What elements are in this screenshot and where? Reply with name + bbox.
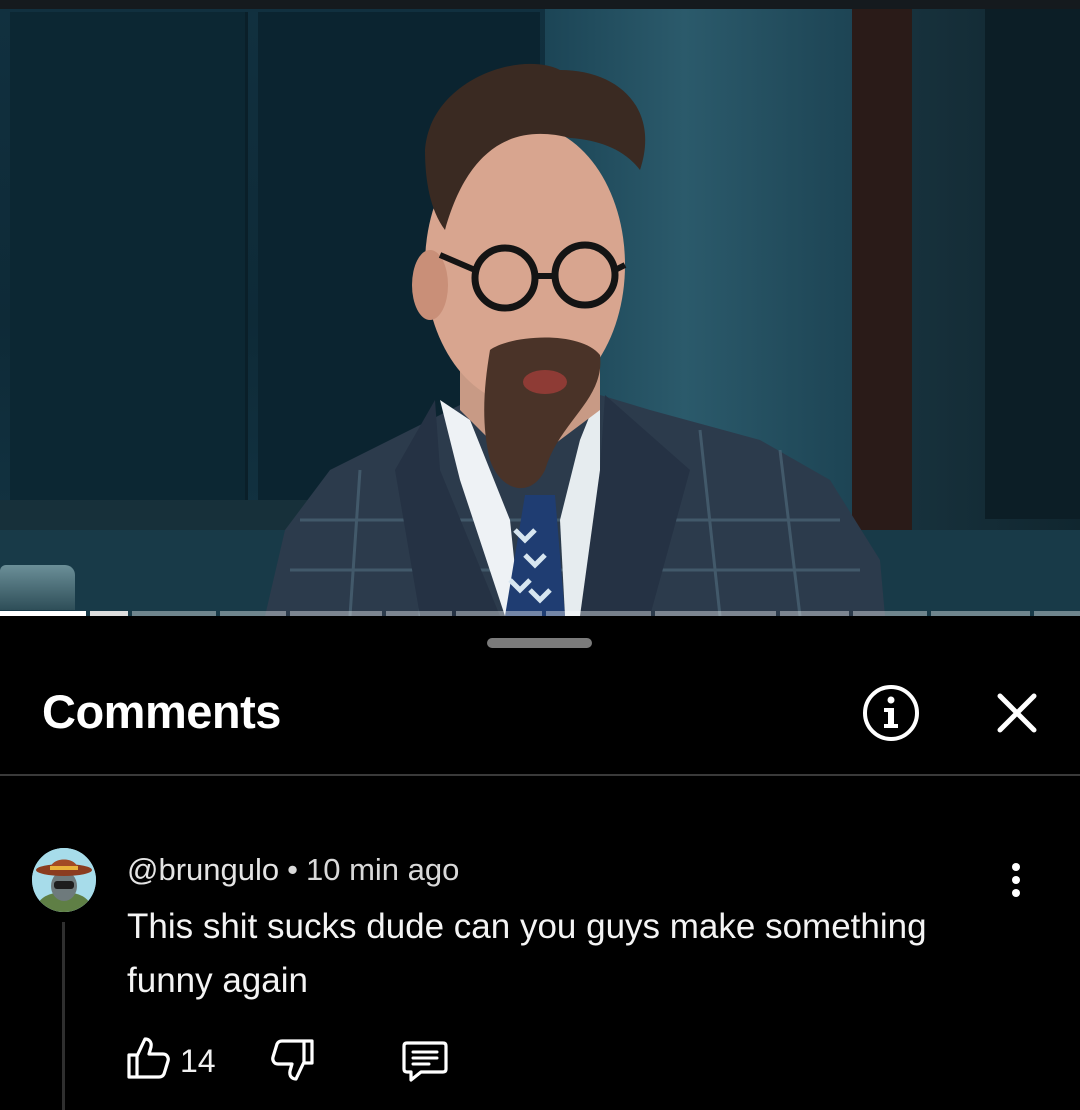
comment-text: This shit sucks dude can you guys make s…	[127, 907, 927, 1000]
progress-segment-buffered	[89, 611, 128, 616]
progress-segment-played	[0, 611, 86, 616]
progress-segment	[385, 611, 453, 616]
header-divider	[0, 774, 1080, 776]
comment-timestamp: 10 min ago	[305, 852, 460, 887]
video-progress-bar[interactable]	[0, 611, 1080, 616]
avatar[interactable]	[32, 848, 96, 912]
close-icon[interactable]	[992, 688, 1042, 738]
thumbs-down-icon[interactable]	[270, 1037, 316, 1083]
meta-separator: •	[287, 852, 298, 887]
progress-segment	[545, 611, 651, 616]
info-icon[interactable]	[861, 683, 921, 743]
progress-segment	[931, 611, 1031, 616]
like-count: 14	[180, 1043, 216, 1079]
comment-meta: @brungulo • 10 min ago	[127, 850, 459, 890]
progress-segment	[853, 611, 928, 616]
video-player[interactable]	[0, 0, 1080, 616]
more-vertical-icon[interactable]	[996, 860, 1036, 900]
progress-segment	[290, 611, 382, 616]
comments-title: Comments	[42, 685, 281, 738]
progress-segment	[219, 611, 287, 616]
drag-handle[interactable]	[487, 638, 592, 648]
thread-line	[62, 922, 65, 1110]
video-frame-person	[265, 63, 885, 616]
thumbs-up-icon[interactable]	[125, 1035, 171, 1081]
progress-segment	[654, 611, 777, 616]
progress-segment	[456, 611, 542, 616]
comment-item: @brungulo • 10 min ago This shit sucks dud…	[0, 830, 1080, 1110]
progress-segment	[131, 611, 216, 616]
progress-segment	[780, 611, 850, 616]
comment-author[interactable]: @brungulo	[127, 852, 279, 887]
progress-segment	[1034, 611, 1080, 616]
reply-comment-icon[interactable]	[401, 1039, 449, 1083]
